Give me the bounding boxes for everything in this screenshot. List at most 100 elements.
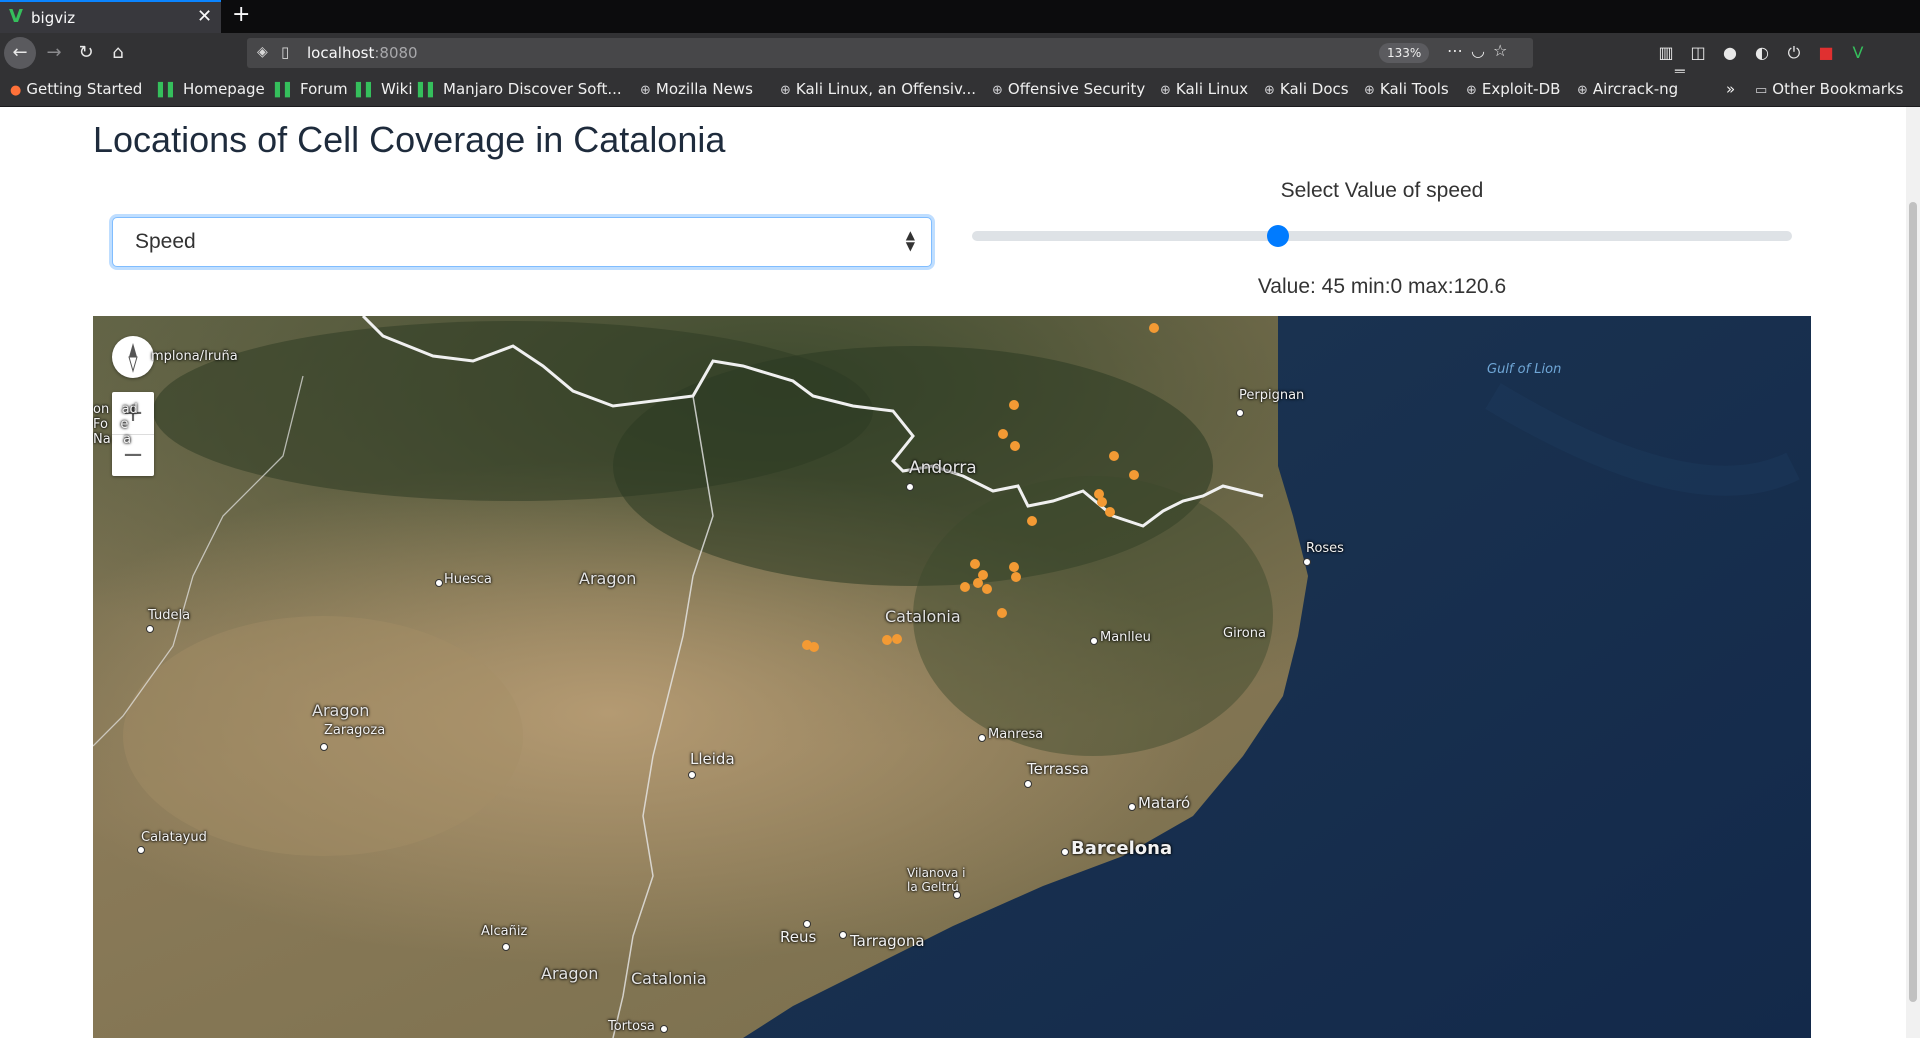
city-marker <box>502 943 510 951</box>
map-label: Huesca <box>444 572 492 587</box>
map-label: Manresa <box>988 727 1044 742</box>
bookmark-item[interactable]: ⊕ Mozilla News <box>640 80 753 98</box>
page-info-icon[interactable]: ▯ <box>281 43 289 61</box>
city-marker <box>1128 803 1136 811</box>
scrollbar-thumb[interactable] <box>1909 202 1917 1002</box>
sidebar-icon[interactable]: ◫ <box>1682 43 1714 62</box>
url-port: :8080 <box>374 44 418 62</box>
city-marker <box>1024 780 1032 788</box>
region-label: Aragon <box>541 964 599 983</box>
page-scrollbar[interactable] <box>1906 107 1920 1038</box>
extension-icon[interactable]: ◐ <box>1746 43 1778 62</box>
region-label: Catalonia <box>885 607 961 626</box>
page-actions-icon[interactable]: ⋯ <box>1447 41 1471 60</box>
tab-bigviz[interactable]: V bigviz ✕ <box>0 0 221 33</box>
map-label: mplona/Iruña <box>151 349 238 364</box>
speed-slider[interactable] <box>972 225 1792 247</box>
metric-select[interactable]: Speed ▲ ▼ <box>112 217 932 267</box>
back-button[interactable]: ← <box>4 37 36 69</box>
manjaro-icon: ▌▌ <box>418 83 438 98</box>
power-icon[interactable]: ⏻ <box>1778 43 1810 63</box>
other-bookmarks-label: Other Bookmarks <box>1772 80 1904 98</box>
globe-icon: ⊕ <box>780 83 791 98</box>
globe-icon: ⊕ <box>1577 83 1588 98</box>
slider-value-text: Value: 45 min:0 max:120.6 <box>1257 275 1507 298</box>
map-label: Tudela <box>148 608 191 623</box>
map-label: on ad Fo e Na a <box>93 402 138 447</box>
region-label: Andorra <box>909 458 977 478</box>
bookmark-label: Kali Linux <box>1175 80 1249 98</box>
bookmark-item[interactable]: ⊕ Aircrack-ng <box>1577 80 1678 98</box>
city-marker <box>978 734 986 742</box>
bookmark-item[interactable]: ▌▌ Homepage <box>158 80 265 98</box>
city-marker <box>839 931 847 939</box>
url-bar[interactable]: ◈ ▯ localhost:8080 133% ⋯◡☆ <box>247 38 1533 68</box>
tab-title: bigviz <box>31 9 76 27</box>
metric-select-value: Speed <box>135 230 196 253</box>
bookmark-item[interactable]: ⊕ Exploit-DB <box>1466 80 1560 98</box>
url-text[interactable]: localhost:8080 <box>307 44 418 62</box>
bookmark-label: Forum <box>300 80 348 98</box>
map-label: Manlleu <box>1100 630 1151 645</box>
compass-control[interactable] <box>112 336 154 378</box>
bookmark-label: Getting Started <box>26 80 143 98</box>
bookmark-label: Kali Linux, an Offensiv... <box>795 80 977 98</box>
bookmark-item[interactable]: ⊕ Kali Linux <box>1160 80 1248 98</box>
tracking-shield-icon[interactable]: ◈ <box>257 44 268 60</box>
bookmarks-toolbar: ● Getting Started ▌▌ Homepage ▌▌ Forum ▌▌ Wi… <box>0 73 1920 107</box>
bookmark-label: Aircrack-ng <box>1592 80 1679 98</box>
site-favicon-icon: V <box>9 6 23 27</box>
home-button[interactable]: ⌂ <box>102 37 134 69</box>
map-label: Roses <box>1306 541 1344 556</box>
city-marker <box>137 846 145 854</box>
other-bookmarks[interactable]: ▭ Other Bookmarks <box>1755 80 1903 98</box>
bookmark-item[interactable]: ▌▌ Wiki <box>356 80 413 98</box>
bookmark-item[interactable]: ⊕ Offensive Security <box>992 80 1145 98</box>
globe-icon: ⊕ <box>992 83 1003 98</box>
bookmark-item[interactable]: ▌▌ Forum <box>275 80 348 98</box>
satellite-map[interactable]: + − mplona/Iruña on ad Fo e Na a Huesca … <box>93 316 1811 1038</box>
compass-needle-icon <box>128 343 138 373</box>
close-tab-icon[interactable]: ✕ <box>197 6 212 27</box>
bookmark-item[interactable]: ⊕ Kali Linux, an Offensiv... <box>780 80 976 98</box>
folder-icon: ▭ <box>1755 83 1768 98</box>
reload-button[interactable]: ↻ <box>70 37 102 69</box>
firefox-icon: ● <box>10 83 22 98</box>
region-label: Aragon <box>312 701 370 720</box>
sea-label: Gulf of Lion <box>1487 362 1562 377</box>
bookmark-label: Mozilla News <box>655 80 753 98</box>
city-marker <box>435 579 443 587</box>
map-label: Zaragoza <box>324 723 386 738</box>
vue-devtools-icon[interactable]: V <box>1842 43 1874 62</box>
manjaro-icon: ▌▌ <box>356 83 376 98</box>
bookmark-item[interactable]: ⊕ Kali Tools <box>1364 80 1449 98</box>
library-icon[interactable]: ▥ <box>1650 43 1682 62</box>
bookmark-item[interactable]: ▌▌ Manjaro Discover Soft... <box>418 80 622 98</box>
bookmark-label: Wiki <box>381 80 413 98</box>
bookmark-label: Manjaro Discover Soft... <box>443 80 622 98</box>
addon-red-icon[interactable]: ■ <box>1810 43 1842 62</box>
map-label: Terrassa <box>1027 760 1089 778</box>
globe-icon: ⊕ <box>640 83 651 98</box>
zoom-level-badge[interactable]: 133% <box>1379 43 1430 63</box>
map-label: Perpignan <box>1239 388 1305 403</box>
new-tab-icon[interactable]: + <box>232 2 250 27</box>
bookmark-star-icon[interactable]: ☆ <box>1493 41 1515 60</box>
navigation-toolbar: ← → ↻ ⌂ ◈ ▯ localhost:8080 133% ⋯◡☆ ▥ ◫ ● ◐… <box>0 33 1920 82</box>
bookmark-item[interactable]: ● Getting Started <box>10 80 142 98</box>
city-marker <box>1061 848 1069 856</box>
manjaro-icon: ▌▌ <box>275 83 295 98</box>
globe-icon: ⊕ <box>1364 83 1375 98</box>
slider-thumb[interactable] <box>1266 225 1289 247</box>
overflow-chevron-icon[interactable]: » <box>1726 80 1735 98</box>
account-icon[interactable]: ● <box>1714 43 1746 62</box>
bookmark-item[interactable]: ⊕ Kali Docs <box>1264 80 1349 98</box>
map-label: Girona <box>1223 626 1266 641</box>
forward-button[interactable]: → <box>38 37 70 69</box>
globe-icon: ⊕ <box>1466 83 1477 98</box>
pocket-icon[interactable]: ◡ <box>1471 41 1493 60</box>
region-label: Aragon <box>579 569 637 588</box>
globe-icon: ⊕ <box>1264 83 1275 98</box>
url-host: localhost <box>307 44 375 62</box>
map-label: Alcañiz <box>481 924 528 939</box>
